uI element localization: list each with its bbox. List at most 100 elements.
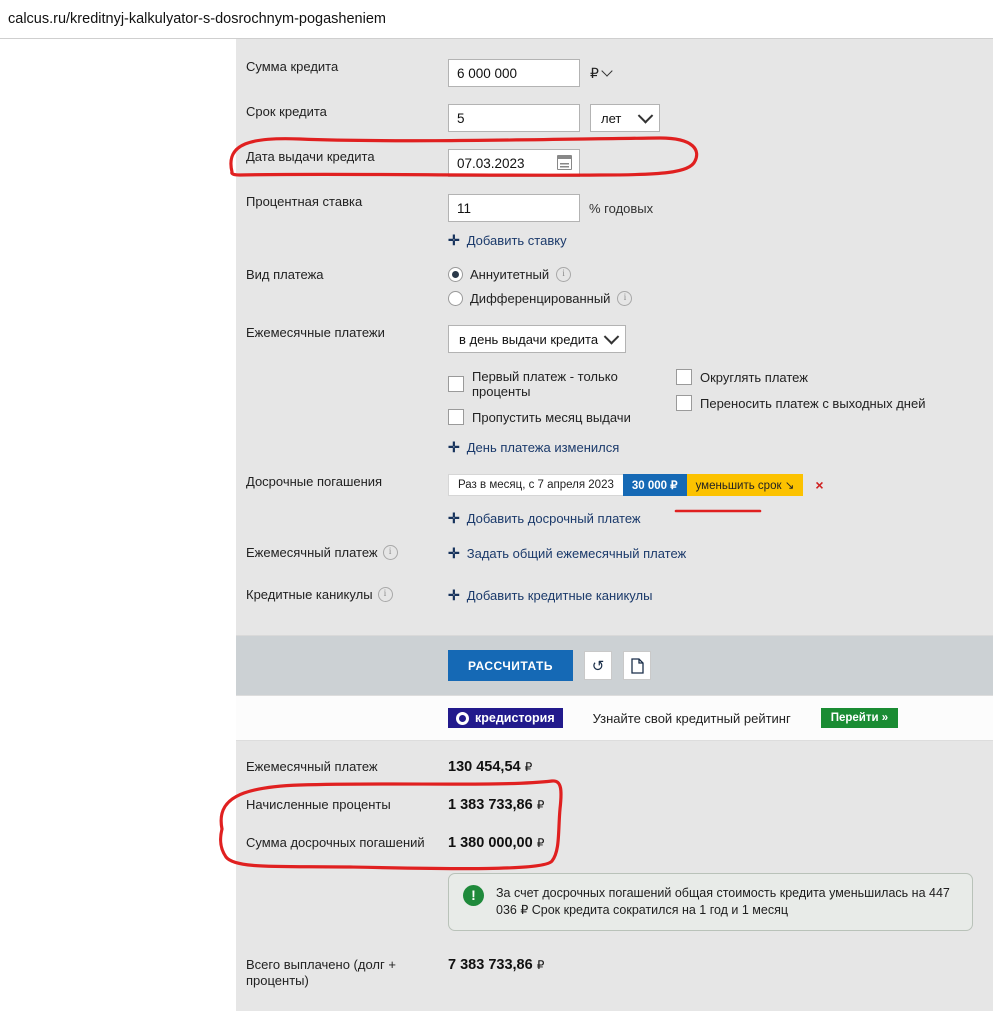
- calendar-icon[interactable]: [557, 155, 572, 170]
- checkbox-round-payment[interactable]: Округлять платеж: [676, 369, 925, 385]
- savings-notice-text: За счет досрочных погашений общая стоимо…: [496, 886, 950, 917]
- early-repayment-amount[interactable]: 30 000 ₽: [622, 474, 687, 496]
- add-rate-label: Добавить ставку: [466, 233, 567, 248]
- result-label: Всего выплачено (долг + проценты): [246, 957, 396, 988]
- delete-icon[interactable]: ×: [815, 477, 823, 493]
- exclamation-icon: !: [463, 885, 484, 906]
- row-early-repayments: Досрочные погашения Раз в месяц, с 7 апр…: [236, 456, 993, 527]
- kredistoria-logo-text: кредистория: [475, 711, 555, 725]
- info-icon[interactable]: i: [556, 267, 572, 282]
- label-credit-holidays: Кредитные каникулы i: [236, 587, 448, 602]
- document-icon[interactable]: [623, 651, 652, 680]
- circle-logo-icon: [456, 711, 469, 725]
- credit-rating-banner: кредистория Узнайте свой кредитный рейти…: [236, 695, 993, 741]
- label-loan-amount: Сумма кредита: [246, 59, 339, 74]
- calculate-button[interactable]: РАССЧИТАТЬ: [448, 650, 574, 681]
- result-label: Начисленные проценты: [246, 797, 391, 812]
- currency-symbol: ₽: [536, 958, 545, 972]
- kredistoria-logo[interactable]: кредистория: [448, 708, 563, 728]
- checkbox-label: Пропустить месяц выдачи: [472, 409, 631, 425]
- currency-symbol: ₽: [536, 836, 545, 850]
- currency-selector[interactable]: ₽: [590, 64, 613, 82]
- banner-go-button[interactable]: Перейти »: [820, 708, 899, 728]
- add-payment-day-change-link[interactable]: ✛ День платежа изменился: [448, 439, 619, 456]
- calculate-bar: РАССЧИТАТЬ ↺: [236, 635, 993, 695]
- label-issue-date: Дата выдачи кредита: [246, 149, 375, 164]
- add-rate-link[interactable]: ✛ Добавить ставку: [448, 232, 567, 249]
- checkbox-control[interactable]: [448, 376, 464, 392]
- radio-annuity-label: Аннуитетный: [470, 267, 550, 282]
- radio-differentiated-control[interactable]: [448, 291, 463, 306]
- label-monthly-payment-setting: Ежемесячный платеж i: [236, 545, 448, 560]
- checkbox-control[interactable]: [676, 369, 692, 385]
- radio-differentiated-label: Дифференцированный: [470, 291, 611, 306]
- row-payment-type: Вид платежа Аннуитетный i Дифференцирова…: [236, 249, 993, 315]
- set-common-monthly-payment-link[interactable]: ✛ Задать общий ежемесячный платеж: [448, 545, 686, 562]
- early-repayment-mode[interactable]: уменьшить срок ↘: [686, 474, 804, 496]
- plus-icon: ✛: [448, 545, 460, 561]
- early-repayment-entry: Раз в месяц, с 7 апреля 2023 30 000 ₽ ум…: [448, 474, 824, 496]
- add-payment-day-change-label: День платежа изменился: [466, 440, 620, 455]
- info-icon[interactable]: i: [382, 545, 398, 560]
- result-value: 130 454,54 ₽: [448, 759, 533, 775]
- early-repayment-schedule[interactable]: Раз в месяц, с 7 апреля 2023: [448, 474, 623, 496]
- result-row-accrued-interest: Начисленные проценты 1 383 733,86 ₽: [236, 797, 993, 813]
- savings-notice: ! За счет досрочных погашений общая стои…: [448, 873, 973, 931]
- currency-symbol: ₽: [536, 798, 545, 812]
- plus-icon: ✛: [448, 510, 460, 526]
- label-early-repayments: Досрочные погашения: [246, 474, 383, 489]
- loan-term-unit-value: лет: [601, 110, 622, 126]
- radio-differentiated[interactable]: Дифференцированный i: [448, 291, 633, 306]
- loan-term-unit-select[interactable]: лет: [590, 104, 660, 132]
- chevron-down-icon: [603, 329, 620, 345]
- add-early-payment-label: Добавить досрочный платеж: [466, 511, 641, 526]
- currency-value: ₽: [590, 64, 599, 81]
- currency-symbol: ₽: [524, 760, 533, 774]
- interest-rate-input[interactable]: [448, 194, 580, 222]
- add-early-payment-link[interactable]: ✛ Добавить досрочный платеж: [448, 510, 641, 527]
- browser-url-bar[interactable]: calcus.ru/kreditnyj-kalkulyator-s-dosroc…: [0, 0, 993, 39]
- result-row-early-repayments-total: Сумма досрочных погашений 1 380 000,00 ₽: [236, 835, 993, 851]
- set-common-monthly-payment-label: Задать общий ежемесячный платеж: [466, 546, 687, 561]
- result-row-monthly-payment: Ежемесячный платеж 130 454,54 ₽: [236, 759, 993, 775]
- label-monthly-payments: Ежемесячные платежи: [246, 325, 385, 340]
- row-issue-date: Дата выдачи кредита: [236, 132, 993, 177]
- info-icon[interactable]: i: [377, 587, 393, 602]
- chevron-down-icon: [601, 65, 613, 77]
- row-monthly-payment-setting: Ежемесячный платеж i ✛ Задать общий ежем…: [236, 527, 993, 567]
- add-credit-holidays-label: Добавить кредитные каникулы: [466, 588, 653, 603]
- result-value: 1 383 733,86 ₽: [448, 797, 545, 813]
- undo-icon[interactable]: ↺: [584, 651, 613, 680]
- monthly-payments-value: в день выдачи кредита: [459, 331, 599, 347]
- banner-text: Узнайте свой кредитный рейтинг: [592, 710, 791, 726]
- payment-options-grid: Первый платеж - только проценты Пропусти…: [448, 369, 925, 425]
- row-credit-holidays: Кредитные каникулы i ✛ Добавить кредитны…: [236, 567, 993, 635]
- url-text: calcus.ru/kreditnyj-kalkulyator-s-dosroc…: [8, 11, 386, 27]
- result-label: Сумма досрочных погашений: [246, 835, 425, 850]
- checkbox-label: Переносить платеж с выходных дней: [700, 395, 926, 411]
- result-label: Ежемесячный платеж: [246, 759, 378, 774]
- result-row-total-paid: Всего выплачено (долг + проценты) 7 383 …: [236, 957, 993, 989]
- result-value: 1 380 000,00 ₽: [448, 835, 545, 851]
- chevron-down-icon: [637, 108, 654, 124]
- checkbox-skip-issue-month[interactable]: Пропустить месяц выдачи: [448, 409, 676, 425]
- result-value: 7 383 733,86 ₽: [448, 957, 545, 973]
- add-credit-holidays-link[interactable]: ✛ Добавить кредитные каникулы: [448, 587, 652, 604]
- loan-term-input[interactable]: [448, 104, 580, 132]
- radio-annuity[interactable]: Аннуитетный i: [448, 267, 572, 282]
- page-content: Сумма кредита ₽ Срок кредита: [0, 39, 993, 1011]
- info-icon[interactable]: i: [617, 291, 633, 306]
- checkbox-first-payment-interest-only[interactable]: Первый платеж - только проценты: [448, 369, 676, 399]
- checkbox-control[interactable]: [676, 395, 692, 411]
- calculator-form: Сумма кредита ₽ Срок кредита: [236, 39, 993, 635]
- checkbox-label: Округлять платеж: [700, 369, 808, 385]
- checkbox-control[interactable]: [448, 409, 464, 425]
- checkbox-move-weekend-payment[interactable]: Переносить платеж с выходных дней: [676, 395, 925, 411]
- label-interest-rate: Процентная ставка: [246, 194, 363, 209]
- checkbox-label: Первый платеж - только проценты: [472, 369, 618, 399]
- monthly-payments-select[interactable]: в день выдачи кредита: [448, 325, 626, 353]
- loan-amount-input[interactable]: [448, 59, 580, 87]
- row-loan-term: Срок кредита лет: [236, 87, 993, 132]
- row-loan-amount: Сумма кредита ₽: [236, 39, 993, 87]
- radio-annuity-control[interactable]: [448, 267, 463, 282]
